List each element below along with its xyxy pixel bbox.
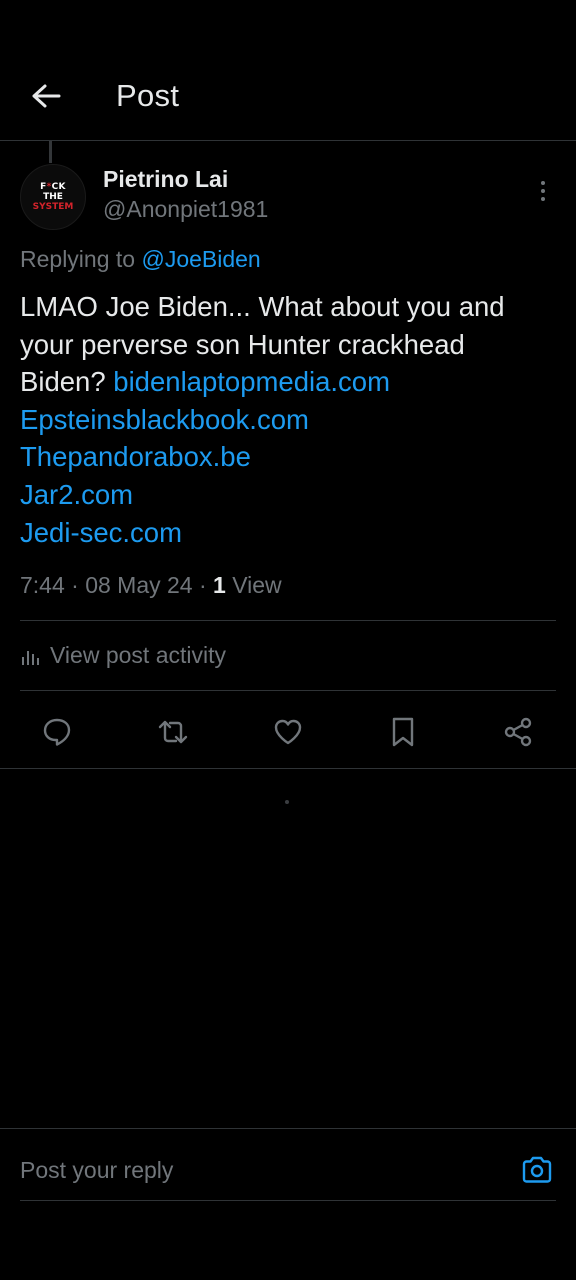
arrow-left-icon	[32, 84, 61, 108]
divider	[0, 768, 576, 769]
post-text-line: Biden? bidenlaptopmedia.com	[20, 363, 560, 401]
more-dots-icon	[541, 189, 545, 193]
analytics-icon	[20, 645, 42, 667]
view-post-activity-label: View post activity	[50, 642, 226, 668]
more-dots-icon	[541, 197, 545, 201]
like-icon	[274, 719, 302, 745]
repost-button[interactable]	[155, 714, 191, 750]
like-button[interactable]	[270, 714, 306, 750]
avatar-text: THE	[43, 192, 63, 202]
loading-indicator	[285, 800, 289, 804]
repost-icon	[158, 720, 188, 744]
reply-icon	[43, 718, 71, 746]
post-text-fragment: Biden?	[20, 366, 114, 398]
post-text-line: your perverse son Hunter crackhead	[20, 328, 465, 360]
post-text: LMAO Joe Biden... What about you and you…	[20, 288, 560, 551]
replying-to: Replying to @JoeBiden	[20, 246, 261, 273]
more-dots-icon	[541, 181, 545, 185]
mention-link[interactable]: @JoeBiden	[141, 246, 260, 272]
author-handle[interactable]: @Anonpiet1981	[103, 196, 268, 223]
top-app-bar: Post	[0, 56, 576, 141]
post-text-line: LMAO Joe Biden... What about you and	[20, 291, 505, 322]
composer-top-border	[0, 1128, 576, 1129]
bookmark-icon	[392, 717, 414, 747]
page-title: Post	[116, 78, 180, 113]
share-icon	[504, 717, 532, 747]
post-meta: 7:44 · 08 May 24 · 1 View	[20, 572, 282, 599]
views-count: 1	[213, 572, 226, 598]
views-label: View	[225, 572, 282, 598]
divider	[20, 1200, 556, 1201]
post-timestamp: 7:44 · 08 May 24 ·	[20, 572, 214, 598]
post-detail-screen: Post F*CK THE SYSTEM Pietrino Lai @Anonp…	[0, 0, 576, 1280]
reply-input[interactable]: Post your reply	[20, 1145, 500, 1195]
bookmark-button[interactable]	[385, 714, 421, 750]
replying-prefix: Replying to	[20, 246, 136, 272]
action-bar	[0, 706, 576, 756]
divider	[20, 690, 556, 691]
thread-connector	[49, 141, 52, 163]
author-display-name[interactable]: Pietrino Lai	[103, 166, 228, 193]
post-link[interactable]: Epsteinsblackbook.com	[20, 401, 560, 439]
post-link[interactable]: Thepandorabox.be	[20, 438, 560, 476]
avatar[interactable]: F*CK THE SYSTEM	[20, 164, 86, 230]
reply-button[interactable]	[39, 714, 75, 750]
post-link[interactable]: bidenlaptopmedia.com	[113, 366, 390, 397]
post-link[interactable]: Jar2.com	[20, 476, 560, 514]
avatar-text: SYSTEM	[32, 202, 74, 212]
camera-button[interactable]	[518, 1151, 556, 1189]
view-post-activity-button[interactable]: View post activity	[20, 642, 226, 669]
back-button[interactable]	[24, 74, 68, 118]
post-link[interactable]: Jedi-sec.com	[20, 514, 560, 552]
camera-icon	[522, 1156, 552, 1183]
divider	[20, 620, 556, 621]
avatar-text: CK	[51, 182, 66, 192]
share-button[interactable]	[500, 714, 536, 750]
more-options-button[interactable]	[528, 176, 558, 206]
